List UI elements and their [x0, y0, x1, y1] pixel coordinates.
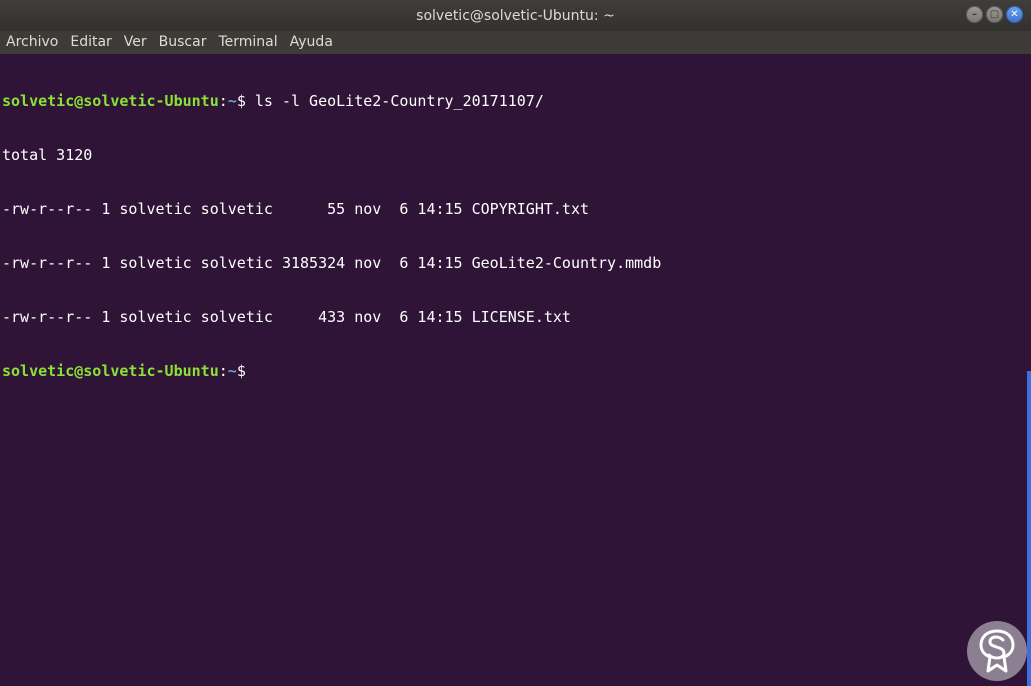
current-prompt-line: solvetic@solvetic-Ubuntu:~$: [0, 362, 1031, 380]
menu-terminal[interactable]: Terminal: [212, 31, 283, 54]
scrollbar[interactable]: [1027, 371, 1031, 686]
prompt-user: solvetic@solvetic-Ubuntu: [2, 92, 219, 110]
menu-buscar[interactable]: Buscar: [153, 31, 213, 54]
prompt-user: solvetic@solvetic-Ubuntu: [2, 362, 219, 380]
menu-archivo[interactable]: Archivo: [0, 31, 64, 54]
window-title: solvetic@solvetic-Ubuntu: ~: [416, 7, 615, 24]
terminal-window: solvetic@solvetic-Ubuntu: ~ – ▢ ✕ Archiv…: [0, 0, 1031, 686]
close-icon[interactable]: ✕: [1006, 6, 1023, 23]
prompt-colon: :: [218, 362, 228, 380]
prompt-symbol: $: [236, 92, 255, 110]
command-line: solvetic@solvetic-Ubuntu:~$ ls -l GeoLit…: [0, 92, 1031, 110]
command-text: ls -l GeoLite2-Country_20171107/: [254, 92, 544, 110]
prompt-symbol: $: [236, 362, 246, 380]
solvetic-logo-icon: [967, 621, 1027, 681]
maximize-icon[interactable]: ▢: [986, 6, 1003, 23]
menu-bar: Archivo Editar Ver Buscar Terminal Ayuda: [0, 31, 1031, 54]
terminal-area[interactable]: solvetic@solvetic-Ubuntu:~$ ls -l GeoLit…: [0, 54, 1031, 686]
window-controls: – ▢ ✕: [966, 6, 1023, 23]
solvetic-logo-icon: [979, 629, 1015, 673]
prompt-path: ~: [227, 362, 237, 380]
menu-ayuda[interactable]: Ayuda: [284, 31, 339, 54]
output-line: -rw-r--r-- 1 solvetic solvetic 3185324 n…: [2, 254, 662, 272]
title-bar[interactable]: solvetic@solvetic-Ubuntu: ~ – ▢ ✕: [0, 0, 1031, 31]
output-line: -rw-r--r-- 1 solvetic solvetic 55 nov 6 …: [2, 200, 589, 218]
output-line: -rw-r--r-- 1 solvetic solvetic 433 nov 6…: [2, 308, 571, 326]
menu-ver[interactable]: Ver: [118, 31, 153, 54]
prompt-path: ~: [227, 92, 237, 110]
prompt-colon: :: [218, 92, 228, 110]
minimize-icon[interactable]: –: [966, 6, 983, 23]
output-line: total 3120: [2, 146, 93, 164]
menu-editar[interactable]: Editar: [64, 31, 117, 54]
